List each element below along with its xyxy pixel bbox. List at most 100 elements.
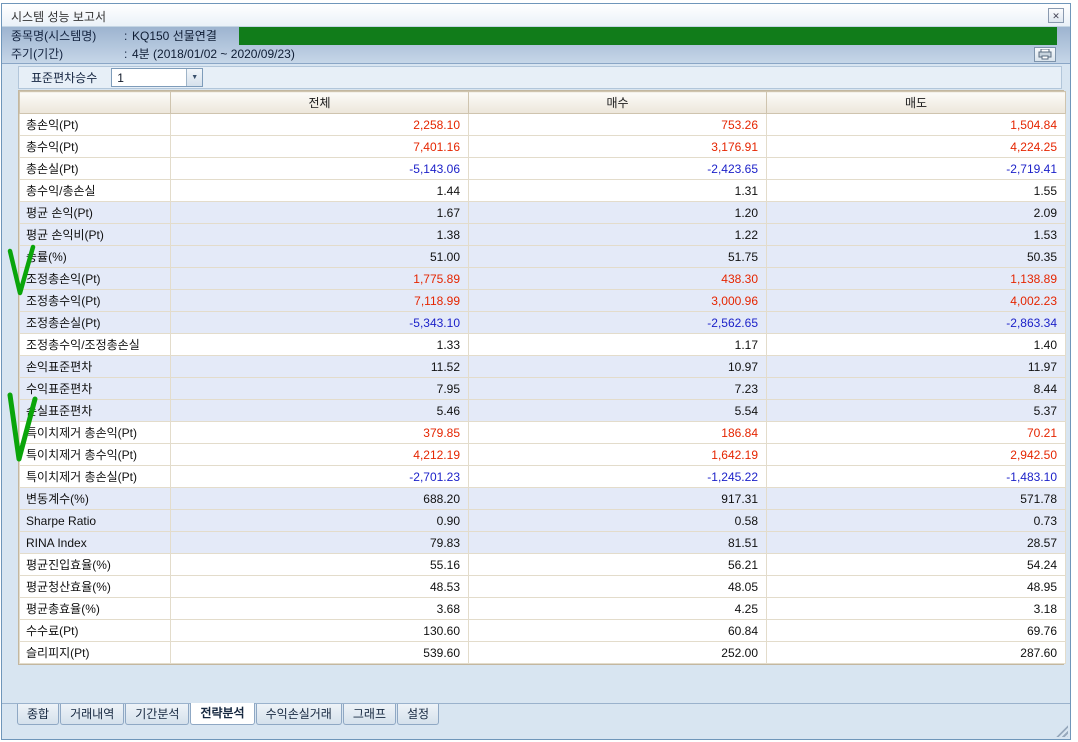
value-short: 4,224.25 <box>766 135 1066 158</box>
metric-label: 승률(%) <box>19 245 171 268</box>
metric-label: RINA Index <box>19 531 171 554</box>
value-short: 70.21 <box>766 421 1066 444</box>
performance-table-wrap: 전체 매수 매도 총손익(Pt) 2,258.10 753.26 1,504.8… <box>18 90 1066 665</box>
value-long: 186.84 <box>468 421 767 444</box>
tab[interactable]: 수익손실거래 <box>255 704 342 725</box>
value-short: 28.57 <box>766 531 1066 554</box>
value-short: 1.55 <box>766 179 1066 202</box>
tab[interactable]: 거래내역 <box>60 704 125 725</box>
value-total: 5.46 <box>170 399 469 422</box>
value-long: 56.21 <box>468 553 767 576</box>
metric-label: 조정총손실(Pt) <box>19 311 171 334</box>
value-total: 1.67 <box>170 201 469 224</box>
tab-label: 거래내역 <box>70 707 115 721</box>
value-long: 7.23 <box>468 377 767 400</box>
value-short: 2.09 <box>766 201 1066 224</box>
value-short: 50.35 <box>766 245 1066 268</box>
value-long: 60.84 <box>468 619 767 642</box>
metric-label: 슬리피지(Pt) <box>19 641 171 664</box>
value-total: 7.95 <box>170 377 469 400</box>
value-total: 1.33 <box>170 333 469 356</box>
table-row: 평균 손익(Pt) 1.67 1.20 2.09 <box>19 201 1066 224</box>
value-short: 4,002.23 <box>766 289 1066 312</box>
value-long: 4.25 <box>468 597 767 620</box>
printer-icon <box>1038 49 1052 60</box>
value-total: 1,775.89 <box>170 267 469 290</box>
metric-label: 특이치제거 총손익(Pt) <box>19 421 171 444</box>
table-row: 조정총수익(Pt) 7,118.99 3,000.96 4,002.23 <box>19 289 1066 312</box>
value-short: 2,942.50 <box>766 443 1066 466</box>
table-row: RINA Index 79.83 81.51 28.57 <box>19 531 1066 554</box>
value-short: -2,863.34 <box>766 311 1066 334</box>
tab-label: 종합 <box>27 707 50 721</box>
metric-label: 평균청산효율(%) <box>19 575 171 598</box>
tab[interactable]: 종합 <box>17 704 60 725</box>
value-short: 3.18 <box>766 597 1066 620</box>
value-long: 1.20 <box>468 201 767 224</box>
value-total: 11.52 <box>170 355 469 378</box>
metric-label: Sharpe Ratio <box>19 509 171 532</box>
value-short: 1,504.84 <box>766 113 1066 136</box>
table-row: 조정총손실(Pt) -5,343.10 -2,562.65 -2,863.34 <box>19 311 1066 334</box>
table-row: Sharpe Ratio 0.90 0.58 0.73 <box>19 509 1066 532</box>
window-titlebar[interactable]: 시스템 성능 보고서 ✕ <box>2 4 1070 27</box>
value-total: 2,258.10 <box>170 113 469 136</box>
table-row: 특이치제거 총수익(Pt) 4,212.19 1,642.19 2,942.50 <box>19 443 1066 466</box>
table-row: 승률(%) 51.00 51.75 50.35 <box>19 245 1066 268</box>
metric-label: 조정총수익/조정총손실 <box>19 333 171 356</box>
value-long: 1.17 <box>468 333 767 356</box>
metric-label: 특이치제거 총손실(Pt) <box>19 465 171 488</box>
symbol-label: 종목명(시스템명) <box>11 29 97 43</box>
metric-label: 손익표준편차 <box>19 355 171 378</box>
period-separator: : <box>124 47 128 61</box>
table-row: 수수료(Pt) 130.60 60.84 69.76 <box>19 619 1066 642</box>
value-total: 51.00 <box>170 245 469 268</box>
value-long: 1.22 <box>468 223 767 246</box>
col-long: 매수 <box>468 91 767 114</box>
close-button[interactable]: ✕ <box>1048 8 1064 23</box>
metric-label: 평균진입효율(%) <box>19 553 171 576</box>
col-short: 매도 <box>766 91 1066 114</box>
toolbar: 표준편차승수 1 ▼ <box>2 64 1070 91</box>
stddev-combobox[interactable]: 1 ▼ <box>111 68 204 87</box>
metric-label: 특이치제거 총수익(Pt) <box>19 443 171 466</box>
performance-table: 전체 매수 매도 총손익(Pt) 2,258.10 753.26 1,504.8… <box>19 91 1066 664</box>
table-row: 특이치제거 총손실(Pt) -2,701.23 -1,245.22 -1,483… <box>19 465 1066 488</box>
col-total: 전체 <box>170 91 469 114</box>
value-long: 753.26 <box>468 113 767 136</box>
tab[interactable]: 기간분석 <box>125 704 190 725</box>
metric-label: 조정총손익(Pt) <box>19 267 171 290</box>
value-long: 51.75 <box>468 245 767 268</box>
tab[interactable]: 설정 <box>396 704 440 725</box>
value-total: 55.16 <box>170 553 469 576</box>
value-total: -5,143.06 <box>170 157 469 180</box>
tab[interactable]: 전략분석 <box>190 703 255 725</box>
value-total: 539.60 <box>170 641 469 664</box>
table-row: 평균청산효율(%) 48.53 48.05 48.95 <box>19 575 1066 598</box>
table-row: 손익표준편차 11.52 10.97 11.97 <box>19 355 1066 378</box>
table-header-row: 전체 매수 매도 <box>19 91 1066 114</box>
table-row: 조정총수익/조정총손실 1.33 1.17 1.40 <box>19 333 1066 356</box>
value-long: 5.54 <box>468 399 767 422</box>
table-row: 평균총효율(%) 3.68 4.25 3.18 <box>19 597 1066 620</box>
value-short: 54.24 <box>766 553 1066 576</box>
table-row: 수익표준편차 7.95 7.23 8.44 <box>19 377 1066 400</box>
tab[interactable]: 그래프 <box>342 704 396 725</box>
chevron-glyph: ▼ <box>191 74 199 81</box>
value-short: 0.73 <box>766 509 1066 532</box>
table-row: 손실표준편차 5.46 5.54 5.37 <box>19 399 1066 422</box>
value-total: 4,212.19 <box>170 443 469 466</box>
metric-label: 총수익(Pt) <box>19 135 171 158</box>
table-row: 총손익(Pt) 2,258.10 753.26 1,504.84 <box>19 113 1066 136</box>
symbol-separator: : <box>124 29 128 43</box>
report-window: 시스템 성능 보고서 ✕ 종목명(시스템명) : KQ150 선물연결 주기(기… <box>1 3 1071 740</box>
tab-label: 전략분석 <box>200 706 245 720</box>
col-metric <box>19 91 171 114</box>
metric-label: 수수료(Pt) <box>19 619 171 642</box>
value-short: 571.78 <box>766 487 1066 510</box>
value-short: -1,483.10 <box>766 465 1066 488</box>
table-row: 특이치제거 총손익(Pt) 379.85 186.84 70.21 <box>19 421 1066 444</box>
chevron-down-icon[interactable]: ▼ <box>186 69 203 86</box>
value-long: 1.31 <box>468 179 767 202</box>
print-button[interactable] <box>1034 47 1056 62</box>
